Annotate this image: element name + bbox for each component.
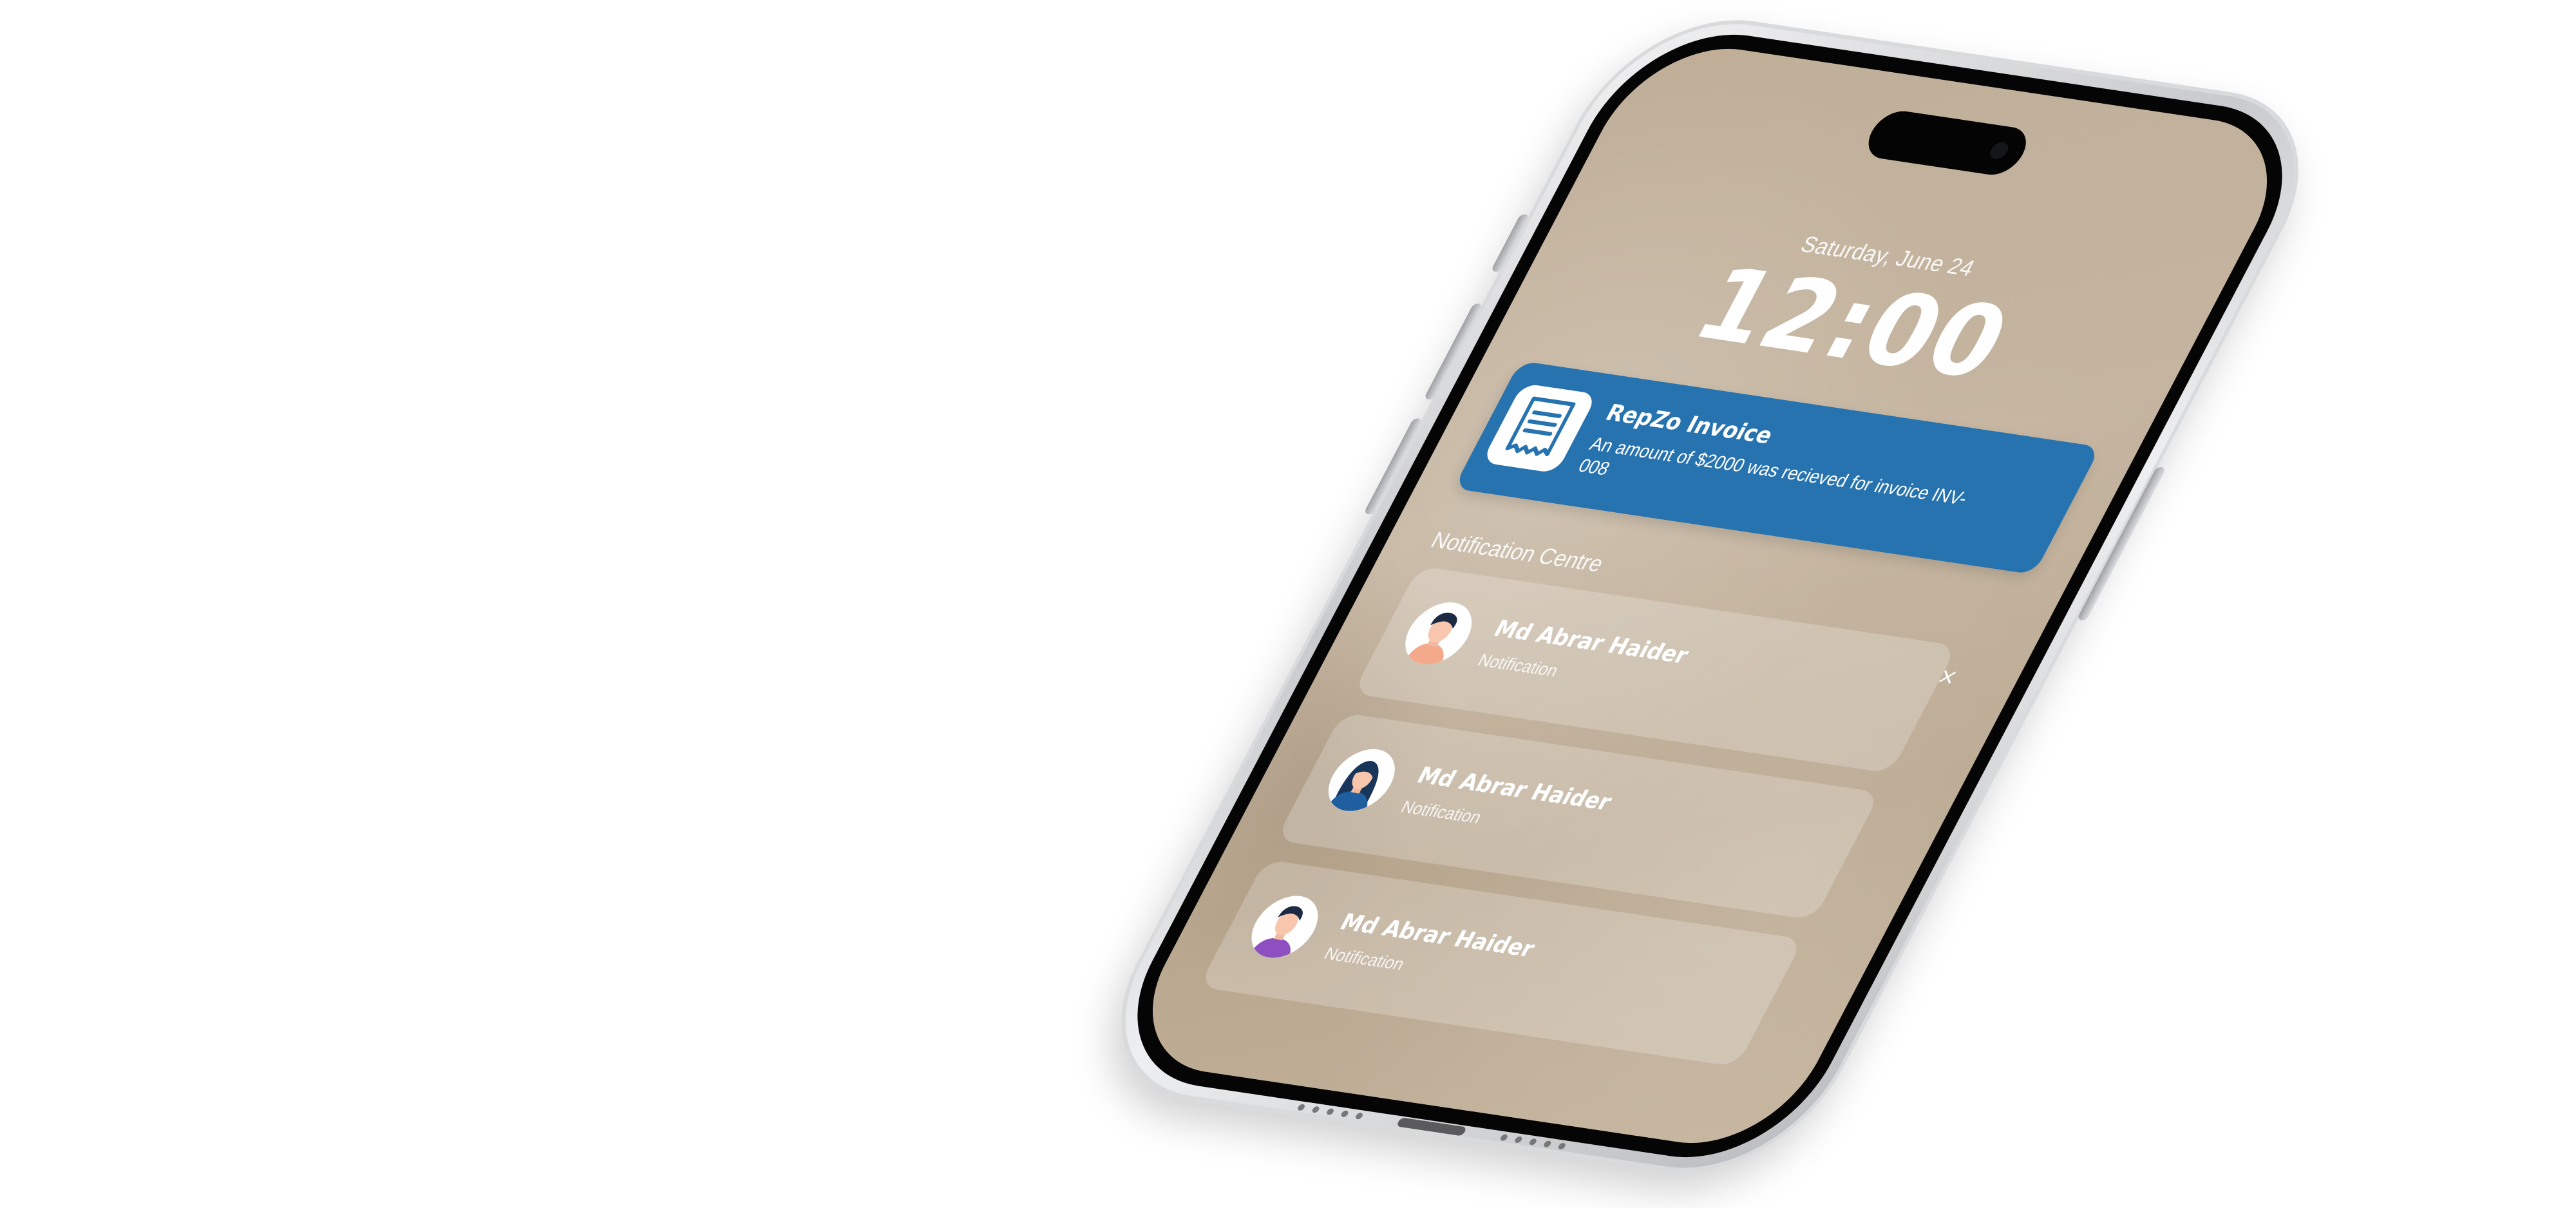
notification-subtitle: Notification [1320, 943, 1408, 974]
invoice-receipt-icon [1481, 383, 1598, 474]
lock-screen[interactable]: Saturday, June 24 12:00 RepZo Invoice An… [1115, 36, 2304, 1156]
avatar-man-purple [1239, 892, 1330, 962]
avatar-man-orange [1393, 598, 1484, 669]
notification-subtitle: Notification [1397, 796, 1486, 827]
phone-mockup: Saturday, June 24 12:00 RepZo Invoice An… [1074, 4, 2345, 1188]
notification-subtitle: Notification [1474, 649, 1562, 681]
avatar-woman-blue [1316, 745, 1407, 816]
dynamic-island [1859, 108, 2036, 178]
camera-icon [1987, 141, 2012, 160]
banner-body: An amount of $2000 was recieved for invo… [1575, 433, 1972, 509]
